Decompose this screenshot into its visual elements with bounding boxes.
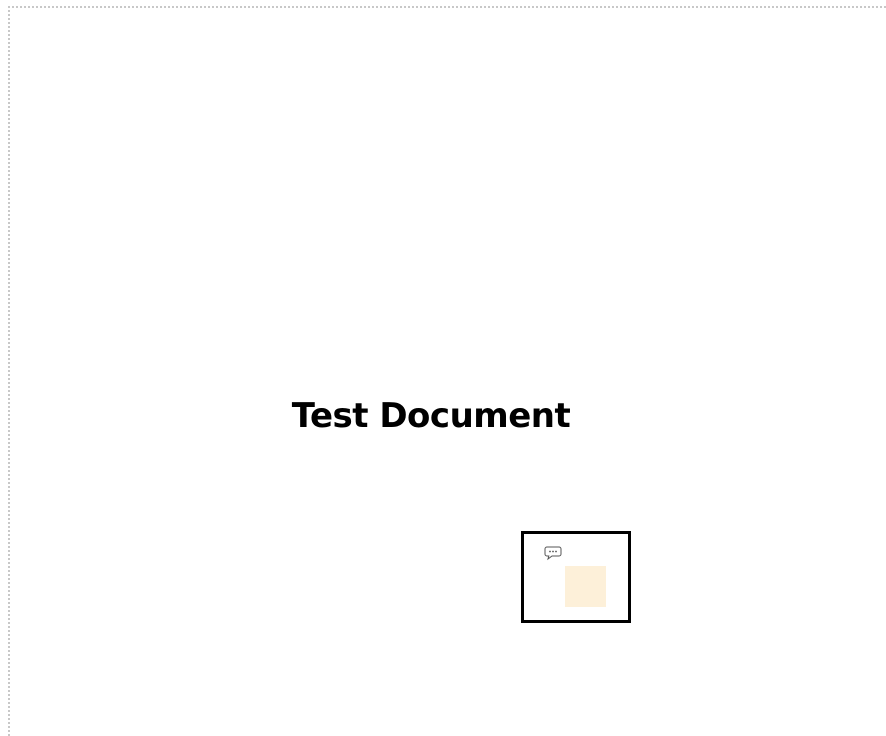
document-title: Test Document xyxy=(291,396,571,436)
comment-annotation[interactable] xyxy=(521,531,631,623)
document-page xyxy=(8,6,886,736)
comment-icon[interactable] xyxy=(544,545,562,561)
sticky-note[interactable] xyxy=(565,566,606,607)
